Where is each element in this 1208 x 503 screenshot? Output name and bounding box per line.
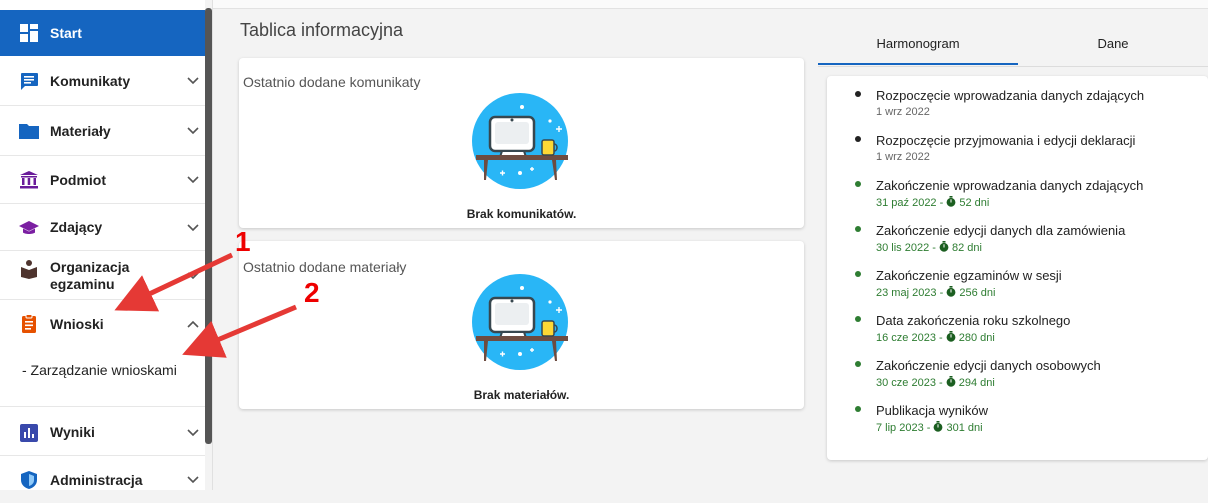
annotation-number-2: 2 [304,277,320,308]
annotation-number-1: 1 [235,226,251,257]
annotation-arrow-1 [114,252,234,312]
annotation-arrows [114,252,297,358]
annotation-arrow-2 [182,304,297,358]
